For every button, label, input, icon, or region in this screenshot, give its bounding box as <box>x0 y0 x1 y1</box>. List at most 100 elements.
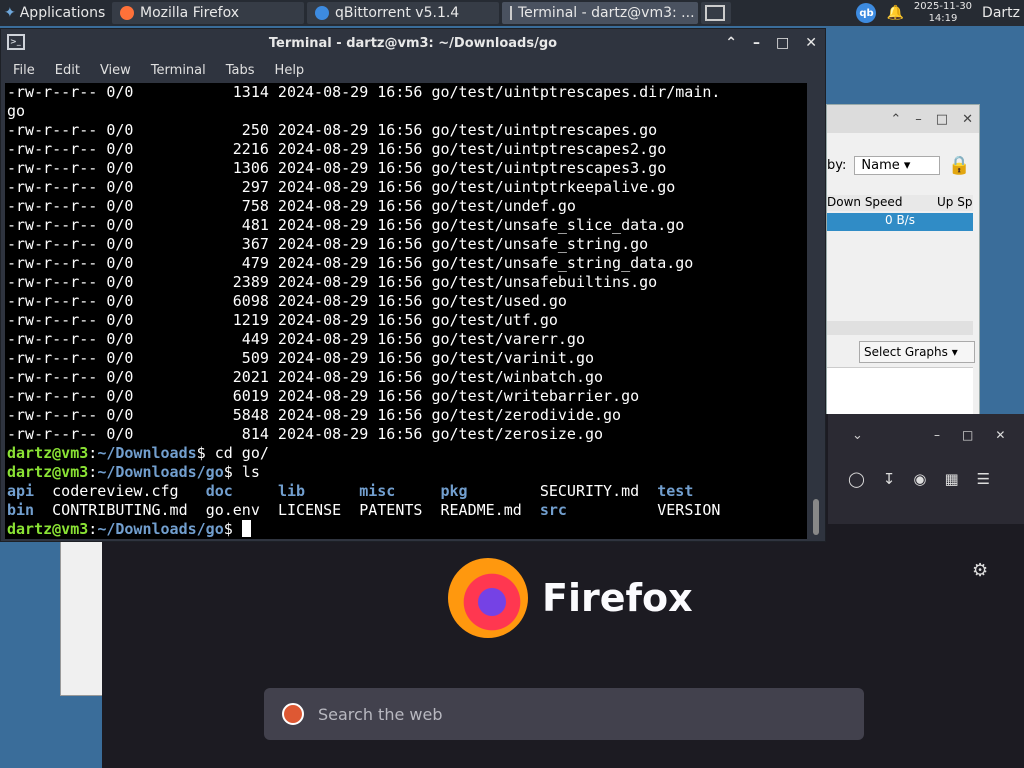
taskbar-window-terminal[interactable]: Terminal - dartz@vm3: ... <box>502 2 698 24</box>
firefox-wordmark: Firefox <box>542 576 693 620</box>
close-icon[interactable]: ✕ <box>805 35 817 51</box>
menu-view[interactable]: View <box>88 63 139 78</box>
terminal-line: bin CONTRIBUTING.md go.env LICENSE PATEN… <box>7 501 805 520</box>
col-up-speed[interactable]: Up Sp <box>937 195 972 211</box>
ls-directory: api <box>7 482 53 500</box>
terminal-screen[interactable]: -rw-r--r-- 0/0 1314 2024-08-29 16:56 go/… <box>5 83 807 539</box>
firefox-titlebar: ⌄ – □ ✕ ◯ ↧ ◉ ▦ ☰ <box>828 414 1024 524</box>
listing-line: -rw-r--r-- 0/0 2216 2024-08-29 16:56 go/… <box>7 140 667 158</box>
menu-help[interactable]: Help <box>263 63 313 78</box>
prompt-sep: : <box>88 520 98 538</box>
minimize-icon[interactable]: – <box>915 112 922 127</box>
tab-list-icon[interactable]: ⌄ <box>852 428 863 443</box>
maximize-icon[interactable]: □ <box>776 35 789 51</box>
terminal-icon <box>510 6 512 20</box>
prompt-sep: : <box>88 463 98 481</box>
ls-file: VERSION <box>657 501 721 519</box>
listing-line: -rw-r--r-- 0/0 2021 2024-08-29 16:56 go/… <box>7 368 604 386</box>
listing-line: -rw-r--r-- 0/0 1314 2024-08-29 16:56 go/… <box>7 83 721 101</box>
extensions-icon[interactable]: ▦ <box>944 470 958 488</box>
terminal-line: api codereview.cfg doc lib misc pkg SECU… <box>7 482 805 501</box>
search-box[interactable]: Search the web <box>264 688 864 740</box>
ls-directory: src <box>539 501 658 519</box>
window-shade-icon[interactable]: ⌃ <box>725 35 737 51</box>
ls-directory: bin <box>7 501 53 519</box>
qbittorrent-tray-icon[interactable]: qb <box>856 3 877 23</box>
terminal-line: -rw-r--r-- 0/0 297 2024-08-29 16:56 go/t… <box>7 178 805 197</box>
applications-menu[interactable]: ✦ Applications <box>0 5 112 21</box>
listing-line: -rw-r--r-- 0/0 367 2024-08-29 16:56 go/t… <box>7 235 649 253</box>
terminal-line: -rw-r--r-- 0/0 2389 2024-08-29 16:56 go/… <box>7 273 805 292</box>
col-down-speed[interactable]: Down Speed <box>827 195 937 211</box>
window-shade-icon[interactable]: ⌃ <box>890 112 901 127</box>
terminal-line: dartz@vm3:~/Downloads/go$ ls <box>7 463 805 482</box>
lock-icon[interactable]: 🔒 <box>948 155 970 176</box>
taskbar-window-label: Mozilla Firefox <box>140 5 240 21</box>
listing-line: -rw-r--r-- 0/0 5848 2024-08-29 16:56 go/… <box>7 406 622 424</box>
command: ls <box>232 463 260 481</box>
terminal-scrollbar[interactable] <box>813 499 819 535</box>
horizontal-scrollbar[interactable] <box>827 321 973 335</box>
listing-line: -rw-r--r-- 0/0 509 2024-08-29 16:56 go/t… <box>7 349 594 367</box>
terminal-launcher[interactable] <box>701 2 731 24</box>
maximize-icon[interactable]: □ <box>962 428 973 442</box>
user-name[interactable]: Dartz <box>982 5 1020 21</box>
taskbar-window-label: Terminal - dartz@vm3: ... <box>518 5 695 21</box>
terminal-line: dartz@vm3:~/Downloads$ cd go/ <box>7 444 805 463</box>
terminal-line: dartz@vm3:~/Downloads/go$ <box>7 520 805 539</box>
ls-file: LICENSE <box>277 501 360 519</box>
terminal-icon: >_ <box>7 34 25 50</box>
menu-tabs[interactable]: Tabs <box>214 63 263 78</box>
down-speed-value: 0 B/s <box>885 213 915 227</box>
prompt-symbol: $ <box>223 520 233 538</box>
transfer-row[interactable]: 0 B/s <box>827 213 973 231</box>
terminal-line: -rw-r--r-- 0/0 5848 2024-08-29 16:56 go/… <box>7 406 805 425</box>
ls-directory: pkg <box>440 482 540 500</box>
window-title: Terminal - dartz@vm3: ~/Downloads/go <box>268 35 558 51</box>
prompt-path: ~/Downloads/go <box>97 463 224 481</box>
notification-bell-icon[interactable]: 🔔 <box>886 5 903 21</box>
minimize-icon[interactable]: – <box>753 35 760 51</box>
close-icon[interactable]: ✕ <box>962 112 973 127</box>
minimize-icon[interactable]: – <box>934 428 940 442</box>
menu-edit[interactable]: Edit <box>43 63 88 78</box>
menu-terminal[interactable]: Terminal <box>139 63 214 78</box>
graphs-select[interactable]: Select Graphs ▾ <box>859 341 975 363</box>
listing-line: go <box>7 102 26 120</box>
menu-file[interactable]: File <box>1 63 43 78</box>
ls-file: go.env <box>205 501 278 519</box>
maximize-icon[interactable]: □ <box>936 112 948 127</box>
graphs-select-label: Select Graphs <box>864 345 948 359</box>
ls-file: SECURITY.md <box>539 482 658 500</box>
clock[interactable]: 2025-11-30 14:19 <box>914 1 972 25</box>
command <box>233 520 242 538</box>
terminal-line: -rw-r--r-- 0/0 479 2024-08-29 16:56 go/t… <box>7 254 805 273</box>
taskbar-window-firefox[interactable]: Mozilla Firefox <box>112 2 304 24</box>
transfer-header: Down Speed Up Sp <box>827 195 973 211</box>
ls-directory: misc <box>359 482 441 500</box>
terminal-line: -rw-r--r-- 0/0 1306 2024-08-29 16:56 go/… <box>7 159 805 178</box>
taskbar-window-qbittorrent[interactable]: qBittorrent v5.1.4 <box>307 2 499 24</box>
terminal-line: -rw-r--r-- 0/0 250 2024-08-29 16:56 go/t… <box>7 121 805 140</box>
settings-gear-icon[interactable]: ⚙ <box>972 560 988 581</box>
pocket-icon[interactable]: ◯ <box>848 470 865 488</box>
terminal-line: -rw-r--r-- 0/0 814 2024-08-29 16:56 go/t… <box>7 425 805 444</box>
download-icon[interactable]: ↧ <box>883 470 896 488</box>
close-icon[interactable]: ✕ <box>995 428 1005 442</box>
account-icon[interactable]: ◉ <box>913 470 926 488</box>
prompt-sep: : <box>88 444 98 462</box>
qbittorrent-titlebar: ⌃ – □ ✕ <box>827 105 979 133</box>
speed-graph <box>827 367 973 416</box>
ls-directory: lib <box>277 482 360 500</box>
ls-file: PATENTS <box>359 501 441 519</box>
sort-label: by: <box>827 158 847 173</box>
menu-icon[interactable]: ☰ <box>977 470 990 488</box>
terminal-icon <box>705 5 725 21</box>
sort-value: Name <box>861 158 900 173</box>
background-app-window <box>60 540 106 696</box>
sort-select[interactable]: Name ▾ <box>854 156 941 175</box>
text-cursor <box>241 520 251 537</box>
terminal-line: -rw-r--r-- 0/0 6098 2024-08-29 16:56 go/… <box>7 292 805 311</box>
terminal-line: -rw-r--r-- 0/0 481 2024-08-29 16:56 go/t… <box>7 216 805 235</box>
ls-file: README.md <box>440 501 540 519</box>
